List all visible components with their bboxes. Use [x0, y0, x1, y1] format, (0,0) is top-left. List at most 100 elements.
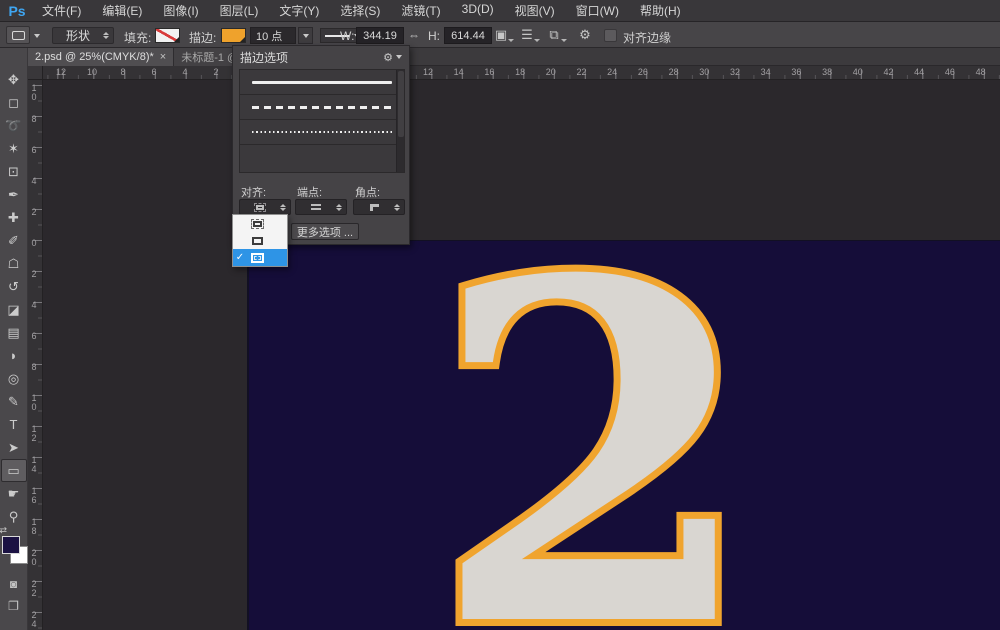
menu-item[interactable]: 文字(Y) [279, 2, 319, 19]
panel-gear-caret-icon [396, 55, 402, 59]
ruler-number: 8 [120, 67, 126, 77]
blur-tool[interactable]: ◗ [1, 344, 27, 367]
eraser-tool[interactable]: ◪ [1, 298, 27, 321]
ruler-number: 10 [29, 83, 39, 101]
shape-height-input[interactable]: 614.44 [444, 27, 492, 44]
ruler-number: 28 [668, 67, 679, 77]
scrollbar[interactable] [396, 70, 404, 172]
ruler-number: 8 [29, 114, 39, 123]
swap-colors-icon[interactable]: ⇄ [0, 525, 7, 536]
canvas-number-shape[interactable]: 2 [424, 241, 764, 630]
menu-item[interactable]: 滤镜(T) [401, 2, 440, 19]
rectangle-tool[interactable]: ▭ [0, 459, 27, 482]
stroke-corners-select[interactable] [353, 199, 405, 215]
move-tool[interactable]: ✥ [1, 68, 27, 91]
stroke-options-title: 描边选项 [240, 50, 289, 65]
menu-item[interactable]: 图层(L) [220, 2, 259, 19]
ruler-number: 6 [29, 331, 39, 340]
align-edges-checkbox[interactable] [604, 29, 617, 42]
stroke-align-inside-option[interactable]: ✓ [233, 215, 287, 232]
stroke-caps-select[interactable] [295, 199, 347, 215]
magic-wand-tool[interactable]: ✶ [1, 137, 27, 160]
more-options-button[interactable]: 更多选项 ... [291, 223, 359, 240]
ruler-number: 12 [29, 424, 39, 442]
close-tab-icon[interactable]: × [160, 51, 166, 63]
dashed-stroke-style-preview [252, 105, 392, 109]
path-alignment-button[interactable]: ☰ [518, 26, 540, 44]
stroke-label: 描边: [189, 31, 217, 45]
stroke-align-center-option[interactable]: ✓ [233, 232, 287, 249]
solid-stroke-style[interactable] [240, 70, 404, 95]
ruler-origin-corner[interactable] [28, 66, 43, 80]
ps-logo: Ps [8, 2, 26, 19]
ruler-number: 2 [29, 269, 39, 278]
ruler-number: 34 [760, 67, 771, 77]
brush-tool[interactable]: ✐ [1, 229, 27, 252]
shape-width-input[interactable]: 344.19 [356, 27, 404, 44]
stroke-align-center-option-icon [251, 236, 264, 246]
scrollbar-thumb[interactable] [398, 71, 404, 137]
pen-tool[interactable]: ✎ [1, 390, 27, 413]
menu-item[interactable]: 编辑(E) [102, 2, 142, 19]
menu-items: 文件(F) 编辑(E) 图像(I) 图层(L) 文字(Y) 选择(S) 滤镜(T) 3D(D)… [42, 2, 681, 19]
stroke-align-select[interactable] [239, 199, 291, 215]
align-edges-label: 对齐边缘 [623, 31, 672, 45]
ruler-number: 24 [29, 610, 39, 628]
menu-item[interactable]: 图像(I) [163, 2, 198, 19]
document-canvas[interactable]: 2 [247, 240, 1000, 630]
ruler-number: 30 [699, 67, 710, 77]
ruler-number: 4 [29, 176, 39, 185]
vertical-ruler[interactable]: 10 8 6 4 2 0 2 4 6 8 10 12 14 16 18 20 22 24 [28, 80, 43, 630]
screen-mode-button[interactable]: ❐ [3, 598, 25, 614]
stroke-align-inside-option-icon [251, 218, 264, 229]
path-selection-tool[interactable]: ➤ [1, 436, 27, 459]
foreground-color-swatch[interactable] [1, 536, 20, 554]
type-tool[interactable]: T [1, 413, 27, 436]
crop-tool[interactable]: ⊡ [1, 160, 27, 183]
fill-swatch-caret-icon [174, 37, 179, 42]
quick-mask-button[interactable]: ◙ [3, 576, 25, 592]
healing-brush-tool[interactable]: ✚ [1, 206, 27, 229]
ruler-number: 12 [422, 67, 433, 77]
dashed-stroke-style[interactable] [240, 95, 404, 120]
menu-item[interactable]: 选择(S) [340, 2, 380, 19]
dotted-stroke-style[interactable] [240, 120, 404, 145]
tool-preset-caret-icon[interactable] [34, 34, 40, 38]
ruler-number: 14 [453, 67, 464, 77]
tool-preset-button[interactable] [6, 26, 30, 44]
eyedropper-tool[interactable]: ✒ [1, 183, 27, 206]
ruler-number: 24 [607, 67, 618, 77]
rectangle-preset-icon [11, 30, 25, 40]
history-brush-tool[interactable]: ↺ [1, 275, 27, 298]
canvas-pasteboard[interactable]: 2 [43, 80, 1000, 630]
hand-tool[interactable]: ☛ [1, 482, 27, 505]
stroke-align-outside-option[interactable]: ✓ [233, 249, 287, 266]
path-operations-button[interactable]: ▣ [492, 26, 514, 44]
dodge-tool[interactable]: ◎ [1, 367, 27, 390]
menu-item[interactable]: 视图(V) [515, 2, 555, 19]
stroke-width-input[interactable]: 10 点 [250, 27, 296, 44]
marquee-tool[interactable]: ◻ [1, 91, 27, 114]
horizontal-ruler[interactable]: 12 10 8 6 4 2 12 14 16 18 20 22 24 26 28 30 32 34 36 38 40 42… [43, 66, 1000, 80]
document-tab-active[interactable]: 2.psd @ 25%(CMYK/8)* × [28, 48, 175, 66]
select-updown-icon [103, 32, 109, 39]
stroke-options-header: 描边选项 ⚙ [233, 46, 409, 68]
fill-color-swatch[interactable] [155, 28, 180, 43]
menu-item[interactable]: 帮助(H) [640, 2, 681, 19]
path-arrangement-button[interactable]: ⧉ [545, 26, 567, 44]
select-updown-icon [280, 203, 286, 211]
ruler-number: 40 [852, 67, 863, 77]
link-dimensions-icon[interactable]: ⇔ [408, 28, 420, 42]
stroke-width-dropdown-button[interactable] [298, 27, 313, 44]
menu-item[interactable]: 窗口(W) [576, 2, 619, 19]
clone-stamp-tool[interactable]: ☖ [1, 252, 27, 275]
settings-gear-button[interactable]: ⚙ [576, 26, 594, 44]
stroke-color-swatch[interactable] [221, 28, 246, 43]
width-label: W: [340, 29, 355, 43]
gradient-tool[interactable]: ▤ [1, 321, 27, 344]
panel-gear-icon[interactable]: ⚙ [383, 51, 393, 64]
menu-item[interactable]: 文件(F) [42, 2, 81, 19]
tool-mode-select[interactable]: 形状 [52, 27, 114, 44]
menu-item[interactable]: 3D(D) [462, 2, 494, 19]
lasso-tool[interactable]: ➰ [1, 114, 27, 137]
